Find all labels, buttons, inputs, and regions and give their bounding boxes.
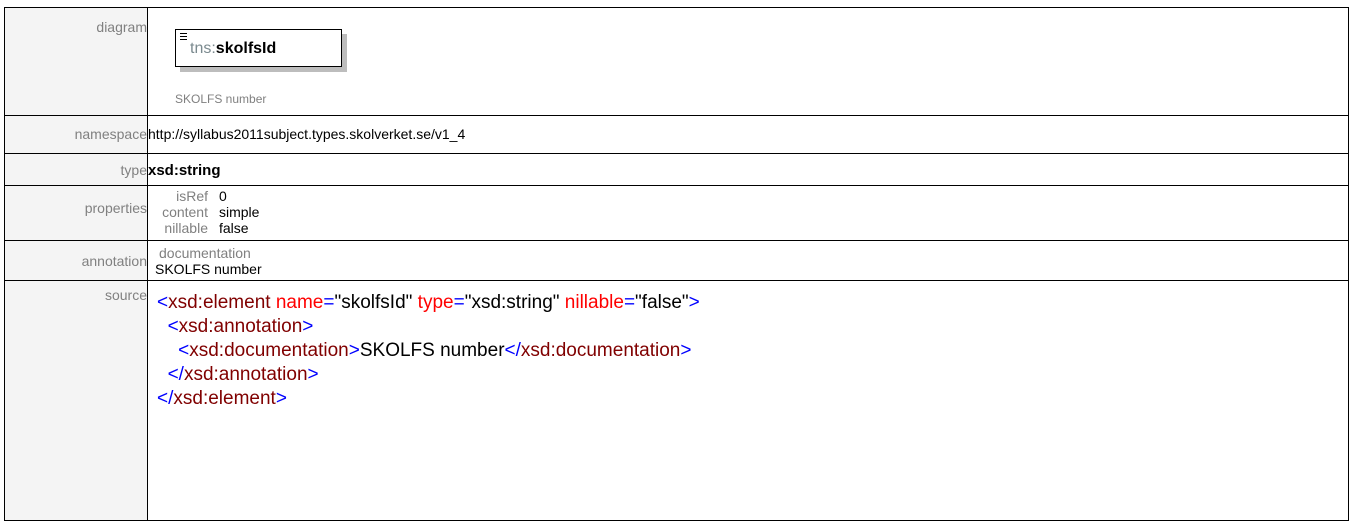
annotation-label: annotation — [81, 253, 147, 269]
attribute-value: "false" — [635, 292, 689, 313]
annotation-row: annotation documentation SKOLFS number — [4, 240, 1349, 281]
property-item: nillable false — [148, 220, 1348, 236]
annotation-documentation-title: documentation — [159, 245, 251, 261]
property-value: 0 — [219, 188, 227, 204]
diagram-label-cell: diagram — [4, 7, 148, 116]
diagram-cell: tns:skolfsId SKOLFS number — [147, 7, 1349, 116]
attribute-value: "xsd:string" — [464, 292, 560, 313]
property-item: isRef 0 — [148, 188, 1348, 204]
source-line: <xsd:documentation>SKOLFS number</xsd:do… — [157, 339, 1348, 363]
attribute-name: type — [412, 292, 454, 313]
source-row: source <xsd:element name="skolfsId" type… — [4, 280, 1349, 521]
tag-name: xsd:documentation — [189, 340, 349, 361]
tag-bracket: </ — [504, 340, 521, 361]
properties-row: properties isRef 0 content simple nillab… — [4, 185, 1349, 241]
tag-bracket: < — [167, 316, 179, 337]
tag-bracket: < — [157, 292, 169, 313]
type-row: type xsd:string — [4, 153, 1349, 186]
element-name: skolfsId — [215, 40, 277, 57]
property-item: content simple — [148, 204, 1348, 220]
annotation-documentation-text: SKOLFS number — [155, 261, 262, 277]
property-key: nillable — [164, 220, 208, 236]
properties-value-cell: isRef 0 content simple nillable false — [147, 185, 1349, 241]
namespace-label-cell: namespace — [4, 115, 148, 154]
source-code-cell: <xsd:element name="skolfsId" type="xsd:s… — [147, 280, 1349, 521]
tag-bracket: > — [302, 316, 314, 337]
tag-name: xsd:element — [173, 388, 276, 409]
source-line: </xsd:element> — [157, 387, 1348, 411]
type-value-link[interactable]: xsd:string — [148, 154, 1348, 179]
tag-name: xsd:annotation — [183, 364, 308, 385]
tag-name: xsd:element — [168, 292, 271, 313]
properties-list: isRef 0 content simple nillable false — [148, 186, 1348, 236]
attribute-equals: = — [453, 292, 465, 313]
property-value: simple — [219, 204, 260, 220]
attribute-value: "skolfsId" — [334, 292, 413, 313]
source-line: <xsd:annotation> — [157, 315, 1348, 339]
source-label-cell: source — [4, 280, 148, 521]
tag-bracket: > — [680, 340, 692, 361]
attribute-name: nillable — [559, 292, 624, 313]
source-line: </xsd:annotation> — [157, 363, 1348, 387]
source-label: source — [104, 287, 147, 303]
namespace-label: namespace — [74, 126, 147, 142]
source-code-block: <xsd:element name="skolfsId" type="xsd:s… — [148, 281, 1348, 411]
element-text: SKOLFS number — [359, 340, 505, 361]
attribute-equals: = — [623, 292, 636, 313]
tag-bracket: </ — [157, 388, 174, 409]
properties-label: properties — [84, 200, 147, 216]
element-diagram-box[interactable]: tns:skolfsId — [175, 29, 342, 67]
annotation-label-cell: annotation — [4, 240, 148, 281]
type-label-cell: type — [4, 153, 148, 186]
source-line: <xsd:element name="skolfsId" type="xsd:s… — [157, 291, 1348, 315]
tag-name: xsd:annotation — [178, 316, 303, 337]
attribute-equals: = — [323, 292, 335, 313]
type-label: type — [120, 162, 147, 178]
tag-bracket: > — [688, 292, 700, 313]
namespace-value-cell: http://syllabus2011subject.types.skolver… — [147, 115, 1349, 154]
property-key: content — [162, 204, 208, 220]
element-content-icon — [180, 33, 187, 42]
property-value: false — [219, 220, 249, 236]
tag-bracket: < — [178, 340, 190, 361]
element-properties-table: diagram tns:skolfsId SKOLFS number names… — [4, 7, 1349, 521]
properties-label-cell: properties — [4, 185, 148, 241]
attribute-name: name — [270, 292, 324, 313]
tag-bracket: > — [348, 340, 360, 361]
namespace-value: http://syllabus2011subject.types.skolver… — [148, 126, 466, 142]
element-prefix: tns: — [190, 40, 216, 57]
type-value-cell: xsd:string — [147, 153, 1349, 186]
tag-bracket: > — [275, 388, 287, 409]
annotation-value-cell: documentation SKOLFS number — [147, 240, 1349, 281]
tag-name: xsd:documentation — [520, 340, 681, 361]
diagram-row: diagram tns:skolfsId SKOLFS number — [4, 7, 1349, 116]
namespace-row: namespace http://syllabus2011subject.typ… — [4, 115, 1349, 154]
tag-bracket: > — [307, 364, 319, 385]
diagram-documentation: SKOLFS number — [175, 92, 267, 106]
diagram-label: diagram — [96, 19, 147, 35]
tag-bracket: </ — [167, 364, 184, 385]
property-key: isRef — [176, 188, 208, 204]
